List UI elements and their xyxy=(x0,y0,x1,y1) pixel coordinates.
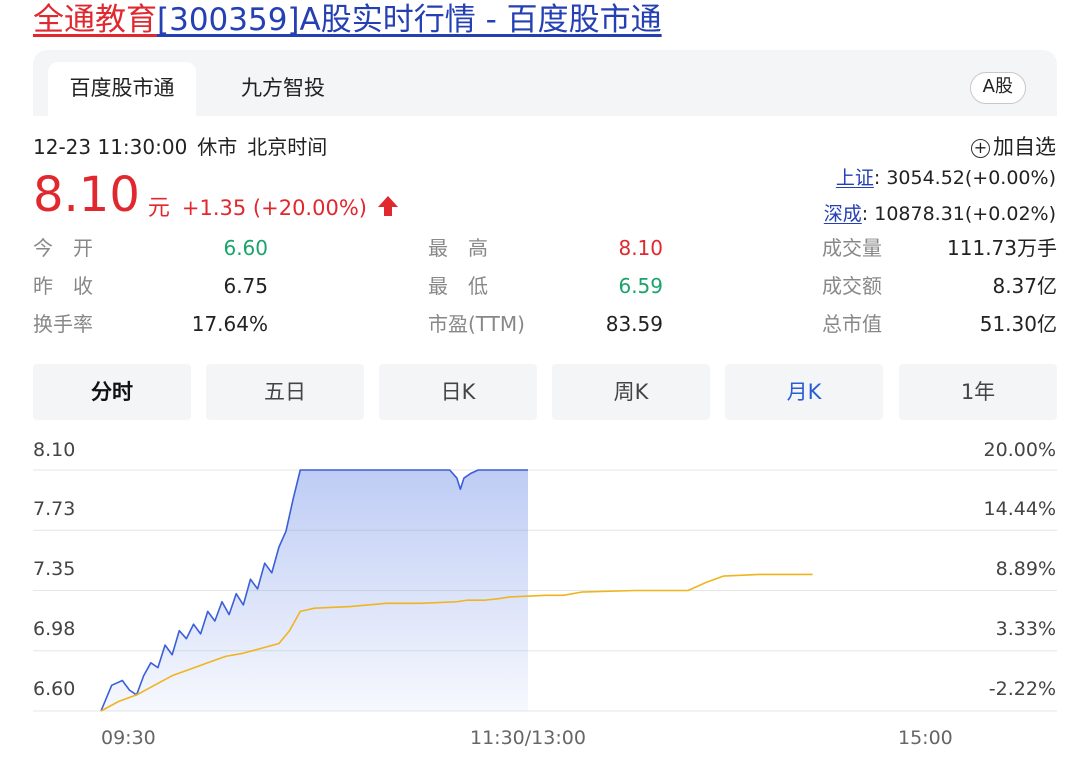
y-tick-right: 20.00% xyxy=(983,439,1056,461)
x-tick: 09:30 xyxy=(101,727,156,749)
x-tick: 15:00 xyxy=(898,727,953,749)
y-tick-left: 6.60 xyxy=(33,678,76,700)
y-tick-left: 8.10 xyxy=(33,439,76,461)
y-tick-left: 7.35 xyxy=(33,558,76,580)
y-tick-left: 7.73 xyxy=(33,498,76,520)
y-tick-right: -2.22% xyxy=(988,678,1056,700)
intraday-chart[interactable] xyxy=(0,0,1080,766)
x-tick: 11:30/13:00 xyxy=(470,727,586,749)
y-tick-right: 3.33% xyxy=(995,618,1056,640)
y-tick-left: 6.98 xyxy=(33,618,76,640)
y-tick-right: 14.44% xyxy=(983,498,1056,520)
y-tick-right: 8.89% xyxy=(995,558,1056,580)
